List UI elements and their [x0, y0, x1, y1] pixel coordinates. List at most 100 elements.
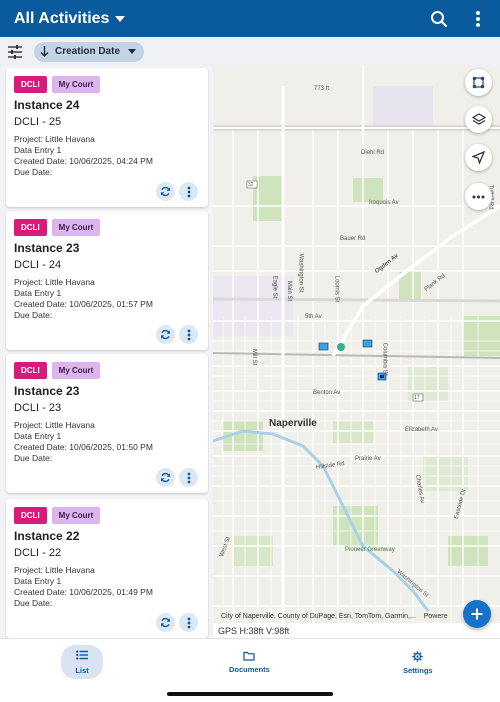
map-attribution: City of Naperville, County of DuPage, Es… — [221, 613, 447, 620]
add-activity-button[interactable] — [463, 600, 491, 628]
card-subtitle: DCLI - 22 — [14, 547, 62, 559]
activity-card[interactable]: DCLI My Court Instance 23 DCLI - 24 Proje… — [6, 211, 208, 350]
sync-button[interactable] — [156, 468, 175, 487]
card-due: Due Date: — [14, 167, 53, 177]
page-title: All Activities — [14, 9, 110, 27]
court-badge: My Court — [51, 76, 101, 93]
nav-documents-label: Documents — [229, 665, 270, 674]
card-created: Created Date: 10/06/2025, 01:49 PM — [14, 587, 153, 597]
nav-list[interactable]: List — [61, 645, 103, 679]
card-subtitle: DCLI - 23 — [14, 402, 62, 414]
card-menu-button[interactable] — [179, 182, 198, 201]
layers-icon — [471, 112, 486, 125]
filter-bar: Creation Date — [0, 37, 500, 66]
locate-button[interactable] — [465, 144, 492, 171]
nav-documents[interactable]: Documents — [229, 651, 270, 674]
activity-card[interactable]: DCLI My Court Instance 23 DCLI - 23 Proje… — [6, 354, 208, 493]
card-due: Due Date: — [14, 310, 53, 320]
map-label: 5th Av — [305, 314, 322, 320]
sort-label: Creation Date — [55, 46, 121, 57]
nav-settings-label: Settings — [403, 666, 433, 675]
card-menu-button[interactable] — [179, 613, 198, 632]
activity-list[interactable]: DCLI My Court Instance 24 DCLI - 25 Proje… — [0, 66, 213, 638]
card-project: Project: Little Havana — [14, 420, 95, 430]
filter-settings-icon[interactable] — [7, 44, 23, 60]
more-options-button[interactable] — [465, 6, 491, 32]
card-entry: Data Entry 1 — [14, 288, 62, 298]
map-label: Bauer Rd — [340, 236, 366, 242]
activity-card[interactable]: DCLI My Court Instance 24 DCLI - 25 Proje… — [6, 68, 208, 207]
card-entry: Data Entry 1 — [14, 576, 62, 586]
map-label: Mill St — [251, 348, 258, 366]
powered-by-text: Powere — [423, 613, 448, 620]
plus-icon — [471, 608, 483, 620]
map-label: Washington St — [297, 253, 304, 293]
home-indicator — [167, 692, 333, 696]
card-title: Instance 23 — [14, 384, 80, 398]
card-title: Instance 24 — [14, 98, 80, 112]
gear-icon — [412, 651, 424, 662]
court-badge: My Court — [51, 507, 101, 524]
court-badge: My Court — [51, 362, 101, 379]
card-project: Project: Little Havana — [14, 565, 95, 575]
sync-button[interactable] — [156, 613, 175, 632]
activities-dropdown[interactable]: All Activities — [14, 9, 126, 28]
more-vertical-icon — [476, 11, 480, 27]
more-horizontal-icon — [472, 195, 485, 198]
map-more-button[interactable] — [465, 183, 492, 210]
card-menu-button[interactable] — [179, 468, 198, 487]
map-view[interactable]: 773 ft Diehl Rd 32 Iroquois Av Bauer Rd … — [213, 66, 500, 638]
card-title: Instance 23 — [14, 241, 80, 255]
court-badge: My Court — [51, 219, 101, 236]
map-label: Elizabeth Av — [405, 427, 438, 433]
sync-icon — [161, 472, 170, 483]
card-created: Created Date: 10/06/2025, 01:50 PM — [14, 442, 153, 452]
folder-icon — [243, 651, 256, 661]
map-label: Diehl Rd — [361, 150, 385, 156]
card-created: Created Date: 10/06/2025, 04:24 PM — [14, 156, 153, 166]
layers-button[interactable] — [465, 106, 492, 133]
sort-chip[interactable]: Creation Date — [34, 41, 145, 62]
map-label: Prairie Av — [355, 456, 381, 462]
map-label: 773 ft — [314, 86, 330, 92]
map-label: Iroquois Av — [369, 200, 399, 206]
card-entry: Data Entry 1 — [14, 431, 62, 441]
search-icon — [431, 11, 448, 28]
map-label: Pioneer Greenway — [345, 547, 395, 553]
sync-icon — [161, 329, 170, 340]
list-icon — [76, 649, 88, 660]
card-project: Project: Little Havana — [14, 134, 95, 144]
map-label: 17 — [414, 395, 420, 401]
card-subtitle: DCLI - 24 — [14, 259, 62, 271]
search-button[interactable] — [426, 6, 452, 32]
map-label: Benton Av — [313, 390, 341, 396]
gps-status: GPS H:38ft V:98ft — [213, 623, 500, 638]
sync-button[interactable] — [156, 182, 175, 201]
type-badge: DCLI — [14, 507, 47, 524]
app-bar: All Activities — [0, 0, 500, 37]
extent-button[interactable] — [465, 69, 492, 96]
card-project: Project: Little Havana — [14, 277, 95, 287]
card-menu-button[interactable] — [179, 325, 198, 344]
map-label: Main St — [286, 280, 293, 302]
sync-icon — [161, 186, 170, 197]
map-label: 32 — [248, 182, 254, 188]
more-vertical-icon — [187, 617, 190, 628]
map-label: Eagle St — [271, 275, 278, 299]
more-vertical-icon — [187, 186, 190, 197]
sync-button[interactable] — [156, 325, 175, 344]
activity-card[interactable]: DCLI My Court Instance 22 DCLI - 22 Proje… — [6, 499, 208, 638]
type-badge: DCLI — [14, 219, 47, 236]
caret-down-icon — [115, 15, 126, 22]
arrow-down-icon — [40, 46, 49, 57]
card-due: Due Date: — [14, 453, 53, 463]
type-badge: DCLI — [14, 76, 47, 93]
chevron-down-icon — [128, 49, 137, 54]
map-label: Columbia St — [381, 342, 388, 376]
map-label: Loomis St — [333, 275, 340, 303]
extent-icon — [472, 76, 485, 89]
nav-list-label: List — [75, 665, 89, 675]
card-subtitle: DCLI - 25 — [14, 116, 62, 128]
attribution-text: City of Naperville, County of DuPage, Es… — [221, 613, 416, 620]
nav-settings[interactable]: Settings — [403, 651, 433, 675]
